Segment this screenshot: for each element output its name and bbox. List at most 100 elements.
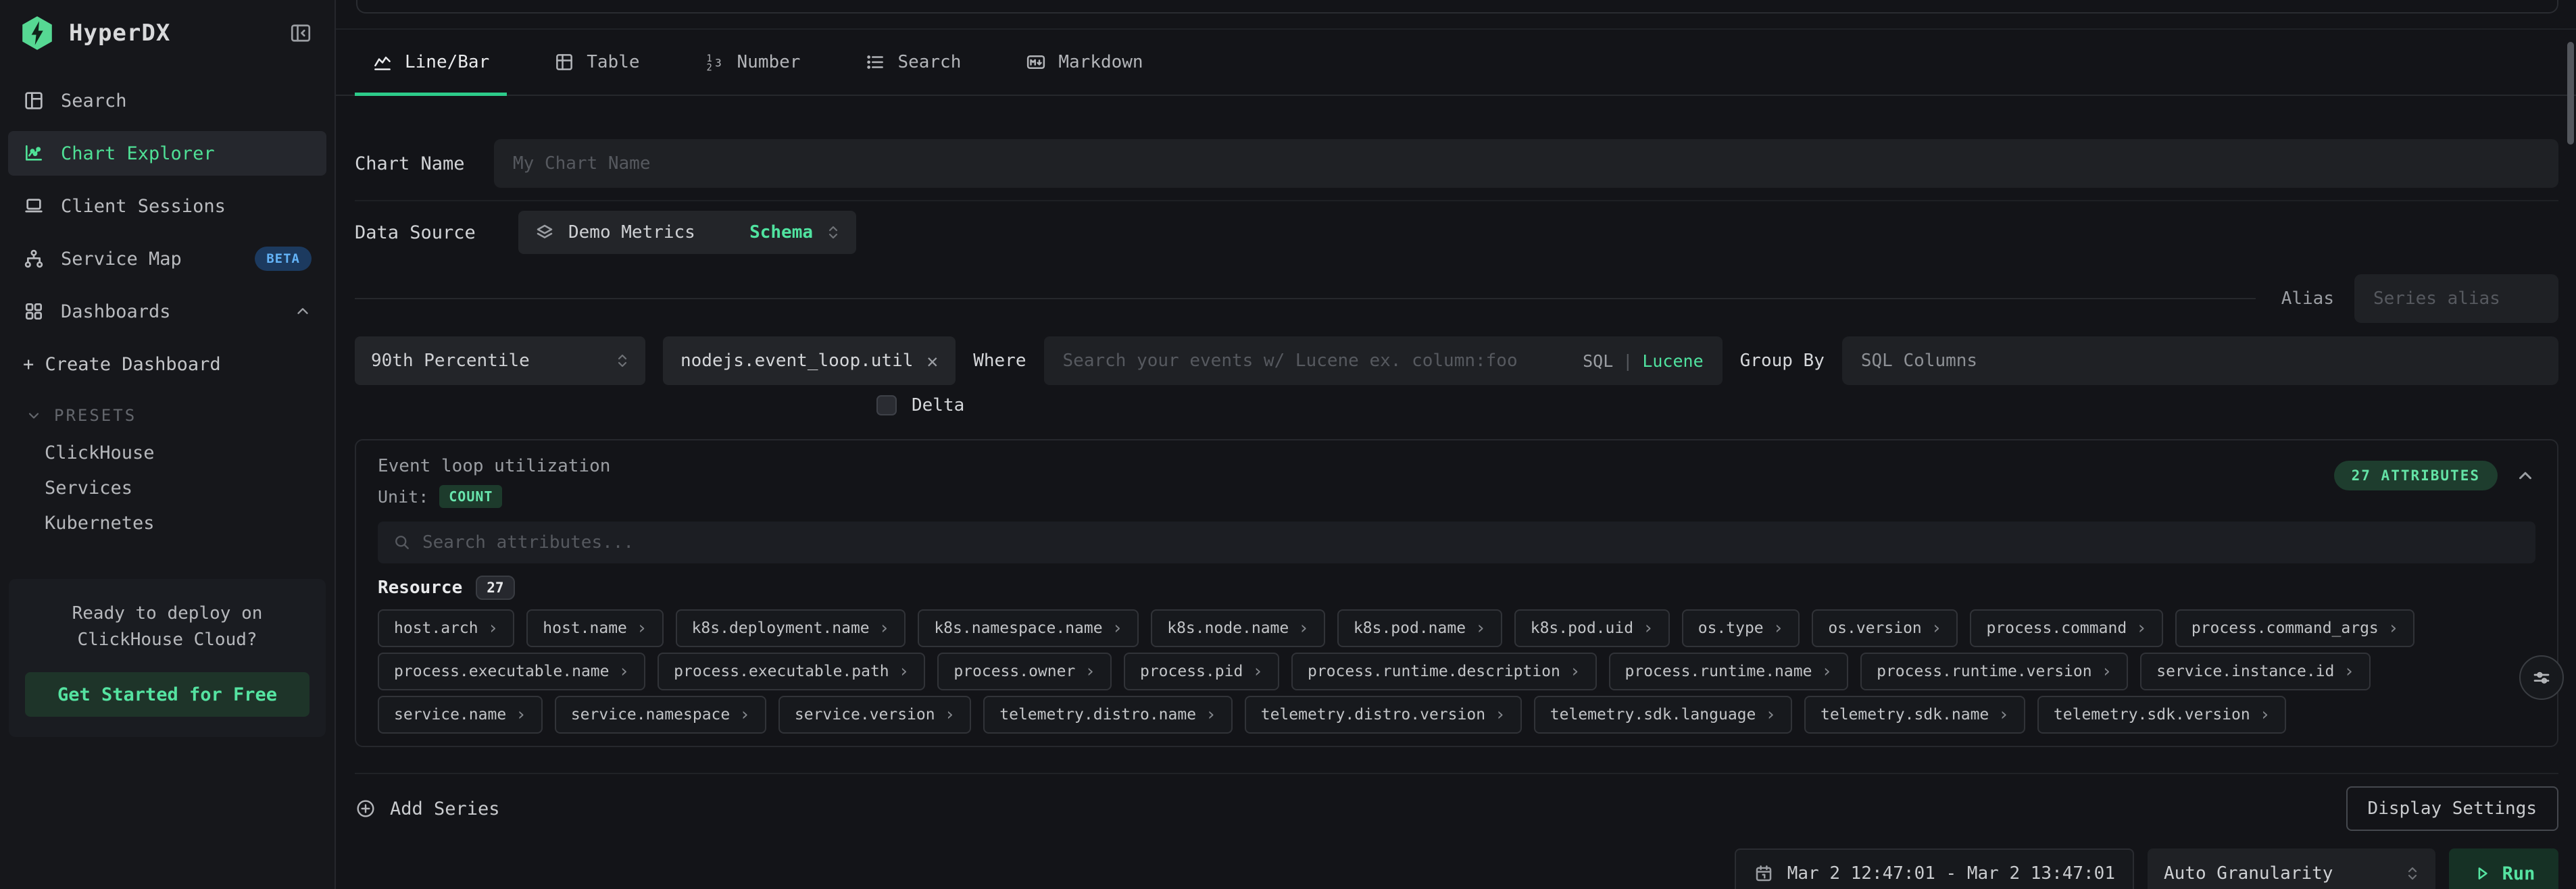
lucene-toggle-option[interactable]: Lucene [1642, 351, 1703, 371]
sidebar-item-client-sessions[interactable]: Client Sessions [8, 184, 326, 228]
time-range-picker[interactable]: Mar 2 12:47:01 - Mar 2 13:47:01 [1735, 848, 2134, 889]
group-by-input[interactable] [1842, 336, 2558, 385]
attribute-chip[interactable]: k8s.deployment.name › [676, 609, 906, 647]
tab-search[interactable]: Search [847, 30, 979, 95]
display-settings-button[interactable]: Display Settings [2346, 786, 2558, 831]
table-layout-icon [23, 90, 45, 111]
chevron-right-icon: › [1112, 618, 1123, 638]
run-controls-row: Mar 2 12:47:01 - Mar 2 13:47:01 Auto Gra… [355, 848, 2558, 889]
attribute-name: telemetry.distro.name [999, 706, 1196, 723]
tab-line-bar[interactable]: Line/Bar [355, 30, 507, 95]
collapse-sidebar-icon[interactable] [286, 18, 316, 48]
tab-markdown[interactable]: Markdown [1008, 30, 1160, 95]
chevron-right-icon: › [945, 705, 956, 725]
chevron-right-icon: › [516, 705, 526, 725]
vertical-scrollbar-thumb[interactable] [2567, 42, 2574, 145]
attribute-chip[interactable]: host.arch › [378, 609, 514, 647]
attribute-chip[interactable]: process.runtime.name › [1609, 653, 1849, 690]
attribute-chip[interactable]: process.command › [1970, 609, 2162, 647]
attribute-chip[interactable]: host.name › [526, 609, 663, 647]
attribute-name: process.runtime.name [1625, 663, 1812, 680]
layers-icon [535, 222, 555, 243]
where-search-input[interactable] [1044, 351, 1583, 371]
play-icon [2473, 864, 2492, 883]
attribute-chip[interactable]: os.version › [1812, 609, 1958, 647]
attribute-chip[interactable]: process.runtime.version › [1860, 653, 2128, 690]
tab-number[interactable]: 1 2 3 Number [687, 30, 818, 95]
resource-group-label: Resource [378, 578, 462, 598]
attribute-name: k8s.pod.uid [1531, 619, 1633, 637]
presets-header[interactable]: PRESETS [26, 406, 335, 425]
chevron-right-icon: › [2344, 661, 2354, 682]
sql-toggle-option[interactable]: SQL [1583, 351, 1613, 371]
chart-name-input[interactable] [494, 139, 2558, 188]
attribute-chip[interactable]: k8s.namespace.name › [918, 609, 1139, 647]
attribute-chip[interactable]: service.instance.id › [2140, 653, 2371, 690]
attribute-chip[interactable]: process.executable.path › [658, 653, 925, 690]
chevron-right-icon: › [1773, 618, 1784, 638]
sidebar-item-label: Dashboards [61, 301, 171, 322]
sidebar-item-search[interactable]: Search [8, 78, 326, 123]
attribute-chip[interactable]: service.version › [778, 696, 971, 734]
attribute-chip[interactable]: k8s.pod.name › [1337, 609, 1502, 647]
sidebar-item-chart-explorer[interactable]: Chart Explorer [8, 131, 326, 176]
collapse-panel-icon[interactable] [2515, 465, 2535, 486]
chevron-right-icon: › [1931, 618, 1942, 638]
attribute-chip[interactable]: process.command_args › [2175, 609, 2415, 647]
sidebar-item-service-map[interactable]: Service Map BETA [8, 236, 326, 281]
create-dashboard-button[interactable]: + Create Dashboard [23, 354, 335, 375]
attribute-chip[interactable]: telemetry.distro.name › [983, 696, 1232, 734]
alias-label: Alias [2281, 288, 2334, 309]
delta-row: Delta [355, 395, 2558, 416]
attribute-chip[interactable]: os.type › [1682, 609, 1800, 647]
sidebar-item-label: Service Map [61, 249, 182, 270]
metric-chip[interactable]: nodejs.event_loop.util ✕ [663, 336, 956, 385]
attribute-chip[interactable]: service.name › [378, 696, 543, 734]
chevron-right-icon: › [1206, 705, 1216, 725]
divider [355, 773, 2558, 774]
schema-link[interactable]: Schema [749, 222, 813, 243]
chevron-right-icon: › [619, 661, 630, 682]
grid-2x2-icon [23, 301, 45, 322]
aggregation-select[interactable]: 90th Percentile [355, 336, 645, 385]
sidebar-item-dashboards[interactable]: Dashboards [8, 289, 326, 334]
preset-item[interactable]: Services [45, 471, 335, 506]
data-source-row: Data Source Demo Metrics Schema [355, 211, 2558, 254]
attribute-name: process.runtime.version [1877, 663, 2092, 680]
chevron-right-icon: › [1252, 661, 1263, 682]
up-down-chevrons-icon [616, 351, 629, 370]
attribute-chip[interactable]: telemetry.sdk.language › [1534, 696, 1792, 734]
run-button[interactable]: Run [2449, 848, 2558, 889]
tab-table[interactable]: Table [537, 30, 657, 95]
attribute-chip[interactable]: process.owner › [937, 653, 1112, 690]
attribute-chip[interactable]: k8s.pod.uid › [1514, 609, 1670, 647]
attribute-chip[interactable]: telemetry.sdk.name › [1804, 696, 2025, 734]
attribute-chip[interactable]: telemetry.sdk.version › [2037, 696, 2286, 734]
series-divider [355, 298, 2256, 299]
preset-item[interactable]: Kubernetes [45, 506, 335, 541]
granularity-select[interactable]: Auto Granularity [2148, 848, 2435, 889]
attribute-chip[interactable]: telemetry.distro.version › [1245, 696, 1522, 734]
delta-checkbox[interactable] [876, 395, 897, 415]
preset-item[interactable]: ClickHouse [45, 436, 335, 471]
alias-input[interactable] [2354, 274, 2558, 323]
floating-settings-button[interactable] [2519, 655, 2564, 700]
add-series-button[interactable]: Add Series [355, 798, 500, 819]
attribute-chip[interactable]: service.namespace › [555, 696, 766, 734]
chevron-right-icon: › [2388, 618, 2399, 638]
get-started-button[interactable]: Get Started for Free [25, 672, 309, 717]
attribute-chip[interactable]: process.executable.name › [378, 653, 645, 690]
resource-group-header: Resource 27 [378, 574, 2535, 601]
attributes-search-input[interactable] [422, 532, 2521, 553]
app-title: HyperDX [69, 20, 271, 47]
data-source-select[interactable]: Demo Metrics Schema [518, 211, 856, 254]
granularity-value: Auto Granularity [2164, 863, 2333, 884]
divider [355, 200, 2558, 201]
remove-metric-icon[interactable]: ✕ [926, 350, 938, 372]
tab-label: Line/Bar [405, 52, 489, 72]
attribute-chip[interactable]: process.runtime.description › [1291, 653, 1597, 690]
attribute-chip[interactable]: process.pid › [1124, 653, 1279, 690]
group-by-label: Group By [1740, 351, 1825, 371]
chart-type-tabs: Line/Bar Table 1 2 3 Number [336, 28, 2576, 96]
attribute-chip[interactable]: k8s.node.name › [1151, 609, 1325, 647]
